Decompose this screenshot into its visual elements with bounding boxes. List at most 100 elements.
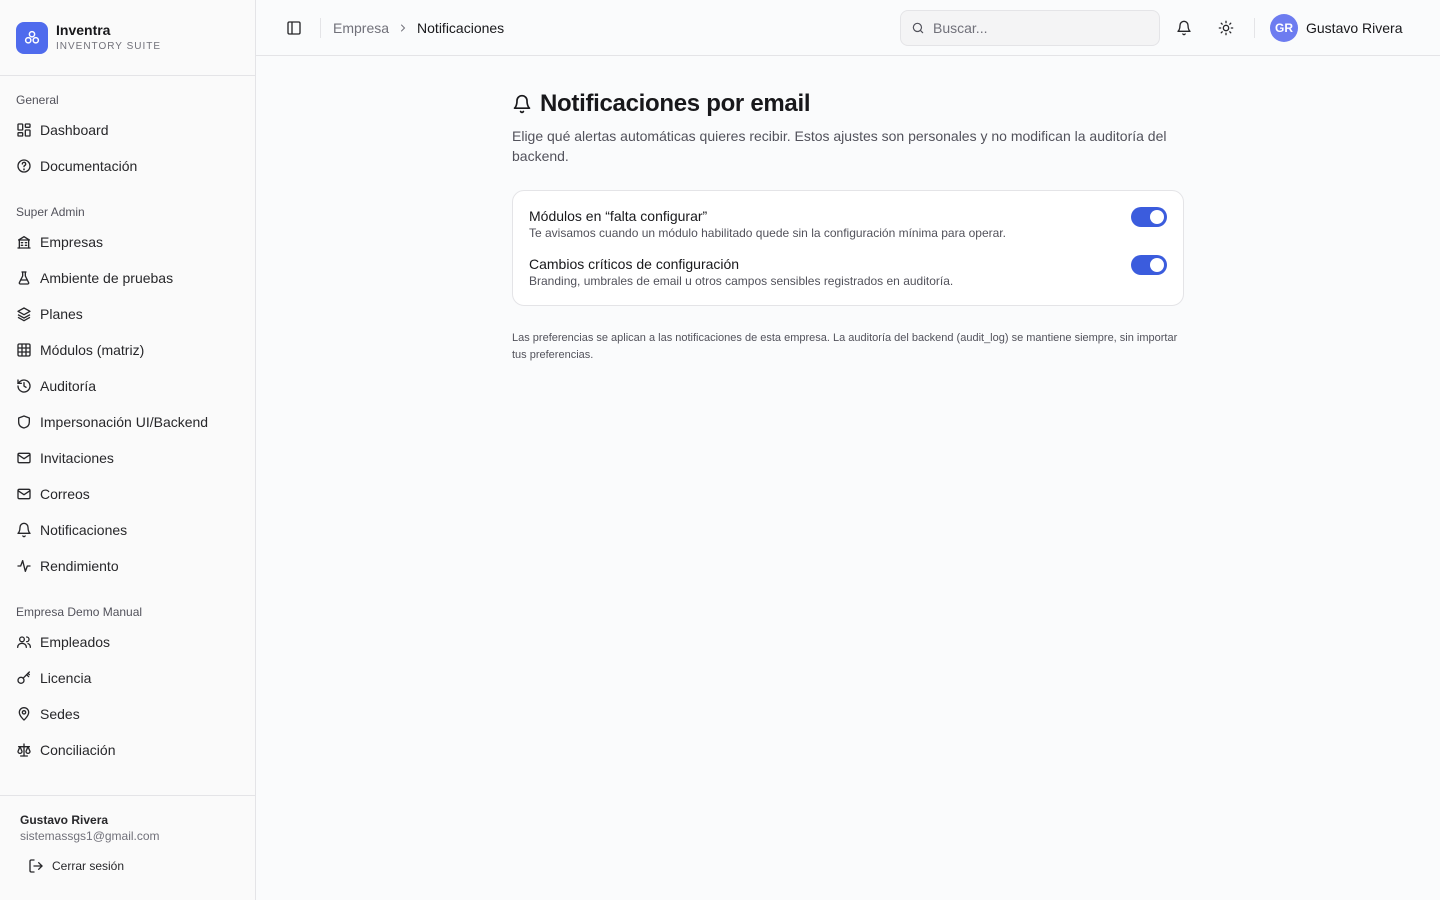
search-input[interactable] bbox=[933, 20, 1143, 36]
sidebar-item-label: Empresas bbox=[40, 234, 104, 250]
sidebar-item-sedes[interactable]: Sedes bbox=[0, 696, 255, 732]
building-icon bbox=[16, 234, 32, 250]
page-description: Elige qué alertas automáticas quieres re… bbox=[512, 128, 1167, 164]
header-divider bbox=[1254, 18, 1255, 38]
sidebar-item-label: Sedes bbox=[40, 706, 80, 722]
logout-icon bbox=[29, 859, 43, 873]
search-icon bbox=[912, 22, 924, 34]
page-title: Notificaciones por email bbox=[540, 90, 811, 117]
sidebar-item-conciliacion[interactable]: Conciliación bbox=[0, 732, 255, 768]
toggle-knob bbox=[1150, 210, 1164, 224]
main-content: Notificaciones por email Elige qué alert… bbox=[512, 88, 1184, 364]
key-icon bbox=[16, 670, 32, 686]
preference-row: Cambios críticos de configuración Brandi… bbox=[529, 255, 1167, 289]
user-menu-button[interactable]: GR Gustavo Rivera bbox=[1270, 14, 1402, 42]
sidebar-item-auditoria[interactable]: Auditoría bbox=[0, 368, 255, 404]
bell-icon bbox=[16, 522, 32, 538]
sidebar-item-label: Documentación bbox=[40, 158, 138, 174]
toggle-knob bbox=[1150, 258, 1164, 272]
sidebar-item-dashboard[interactable]: Dashboard bbox=[0, 112, 255, 148]
header-user-name: Gustavo Rivera bbox=[1306, 20, 1403, 36]
bell-icon bbox=[513, 94, 531, 114]
sidebar: Inventra INVENTORY SUITE General Dashboa… bbox=[0, 0, 256, 900]
sidebar-item-impersonacion[interactable]: Impersonación UI/Backend bbox=[0, 404, 255, 440]
sidebar-item-empresas[interactable]: Empresas bbox=[0, 224, 255, 260]
sidebar-user-email: sistemassgs1@gmail.com bbox=[20, 829, 160, 843]
sidebar-footer: Gustavo Rivera sistemassgs1@gmail.com Ce… bbox=[0, 795, 255, 900]
toggle-cambios-criticos[interactable] bbox=[1131, 255, 1167, 275]
history-icon bbox=[16, 378, 32, 394]
preference-description: Branding, umbrales de email u otros camp… bbox=[529, 274, 954, 288]
theme-toggle-button[interactable] bbox=[1212, 14, 1240, 42]
avatar: GR bbox=[1270, 14, 1298, 42]
sidebar-nav: General Dashboard Documentación Super Ad… bbox=[0, 76, 255, 795]
sidebar-item-label: Licencia bbox=[40, 670, 92, 686]
map-pin-icon bbox=[16, 706, 32, 722]
panel-left-icon bbox=[287, 20, 301, 35]
bell-icon bbox=[1177, 20, 1191, 36]
dashboard-icon bbox=[16, 122, 32, 138]
preference-row: Módulos en “falta configurar” Te avisamo… bbox=[529, 207, 1167, 241]
logout-label: Cerrar sesión bbox=[52, 859, 125, 873]
brand-name: Inventra bbox=[56, 21, 111, 38]
mail-icon bbox=[16, 486, 32, 502]
sidebar-item-label: Correos bbox=[40, 486, 90, 502]
sidebar-item-label: Impersonación UI/Backend bbox=[40, 414, 209, 430]
sidebar-item-planes[interactable]: Planes bbox=[0, 296, 255, 332]
sidebar-item-empleados[interactable]: Empleados bbox=[0, 624, 255, 660]
sidebar-toggle-button[interactable] bbox=[280, 14, 308, 42]
preferences-footnote: Las preferencias se aplican a las notifi… bbox=[512, 332, 1178, 361]
brand-subtitle: INVENTORY SUITE bbox=[56, 40, 162, 52]
header-divider bbox=[320, 17, 321, 38]
shield-icon bbox=[16, 414, 32, 430]
nav-group-empresa-demo: Empresa Demo Manual Empleados Licencia S… bbox=[0, 600, 255, 768]
sidebar-item-correos[interactable]: Correos bbox=[0, 476, 255, 512]
scale-icon bbox=[16, 742, 32, 758]
sidebar-item-notificaciones[interactable]: Notificaciones bbox=[0, 512, 255, 548]
breadcrumb-parent[interactable]: Empresa bbox=[333, 20, 389, 36]
nav-group-label: Super Admin bbox=[16, 205, 85, 219]
toggle-modulos-falta-configurar[interactable] bbox=[1131, 207, 1167, 227]
sidebar-item-invitaciones[interactable]: Invitaciones bbox=[0, 440, 255, 476]
sidebar-item-label: Ambiente de pruebas bbox=[40, 270, 174, 286]
search-box[interactable] bbox=[900, 10, 1160, 46]
layers-icon bbox=[16, 306, 32, 322]
page-title-row: Notificaciones por email bbox=[512, 88, 1184, 120]
logout-button[interactable]: Cerrar sesión bbox=[28, 858, 235, 874]
grid-icon bbox=[16, 342, 32, 358]
activity-icon bbox=[16, 558, 32, 574]
preference-title: Módulos en “falta configurar” bbox=[529, 208, 708, 224]
preferences-card: Módulos en “falta configurar” Te avisamo… bbox=[512, 190, 1184, 306]
breadcrumb-current: Notificaciones bbox=[417, 19, 505, 36]
sidebar-item-label: Módulos (matriz) bbox=[40, 342, 145, 358]
sidebar-item-rendimiento[interactable]: Rendimiento bbox=[0, 548, 255, 584]
sidebar-item-label: Rendimiento bbox=[40, 558, 119, 574]
sidebar-item-label: Invitaciones bbox=[40, 450, 114, 466]
sidebar-user-name: Gustavo Rivera bbox=[20, 813, 109, 827]
notifications-button[interactable] bbox=[1170, 14, 1198, 42]
sidebar-item-licencia[interactable]: Licencia bbox=[0, 660, 255, 696]
preference-title: Cambios críticos de configuración bbox=[529, 256, 740, 272]
sidebar-item-label: Conciliación bbox=[40, 742, 116, 758]
flask-icon bbox=[16, 270, 32, 286]
users-icon bbox=[16, 634, 32, 650]
chevron-right-icon bbox=[397, 22, 409, 34]
nav-group-super-admin: Super Admin Empresas Ambiente de pruebas… bbox=[0, 200, 255, 584]
top-header: Empresa Notificaciones GR Gustavo Rivera bbox=[256, 0, 1440, 56]
sidebar-item-ambiente-de-pruebas[interactable]: Ambiente de pruebas bbox=[0, 260, 255, 296]
sidebar-item-label: Planes bbox=[40, 306, 83, 322]
sidebar-item-label: Notificaciones bbox=[40, 522, 128, 538]
help-circle-icon bbox=[16, 158, 32, 174]
nav-group-general: General Dashboard Documentación bbox=[0, 88, 255, 184]
brand-logo-icon bbox=[16, 21, 48, 54]
sun-icon bbox=[1218, 20, 1234, 36]
sidebar-item-modulos-matriz[interactable]: Módulos (matriz) bbox=[0, 332, 255, 368]
brand[interactable]: Inventra INVENTORY SUITE bbox=[0, 0, 255, 76]
nav-group-label: General bbox=[16, 93, 59, 107]
sidebar-item-documentacion[interactable]: Documentación bbox=[0, 148, 255, 184]
sidebar-item-label: Empleados bbox=[40, 634, 111, 650]
breadcrumb: Empresa Notificaciones bbox=[333, 20, 504, 36]
mail-icon bbox=[16, 450, 32, 466]
preference-description: Te avisamos cuando un módulo habilitado … bbox=[529, 226, 1006, 240]
sidebar-item-label: Auditoría bbox=[40, 378, 97, 394]
